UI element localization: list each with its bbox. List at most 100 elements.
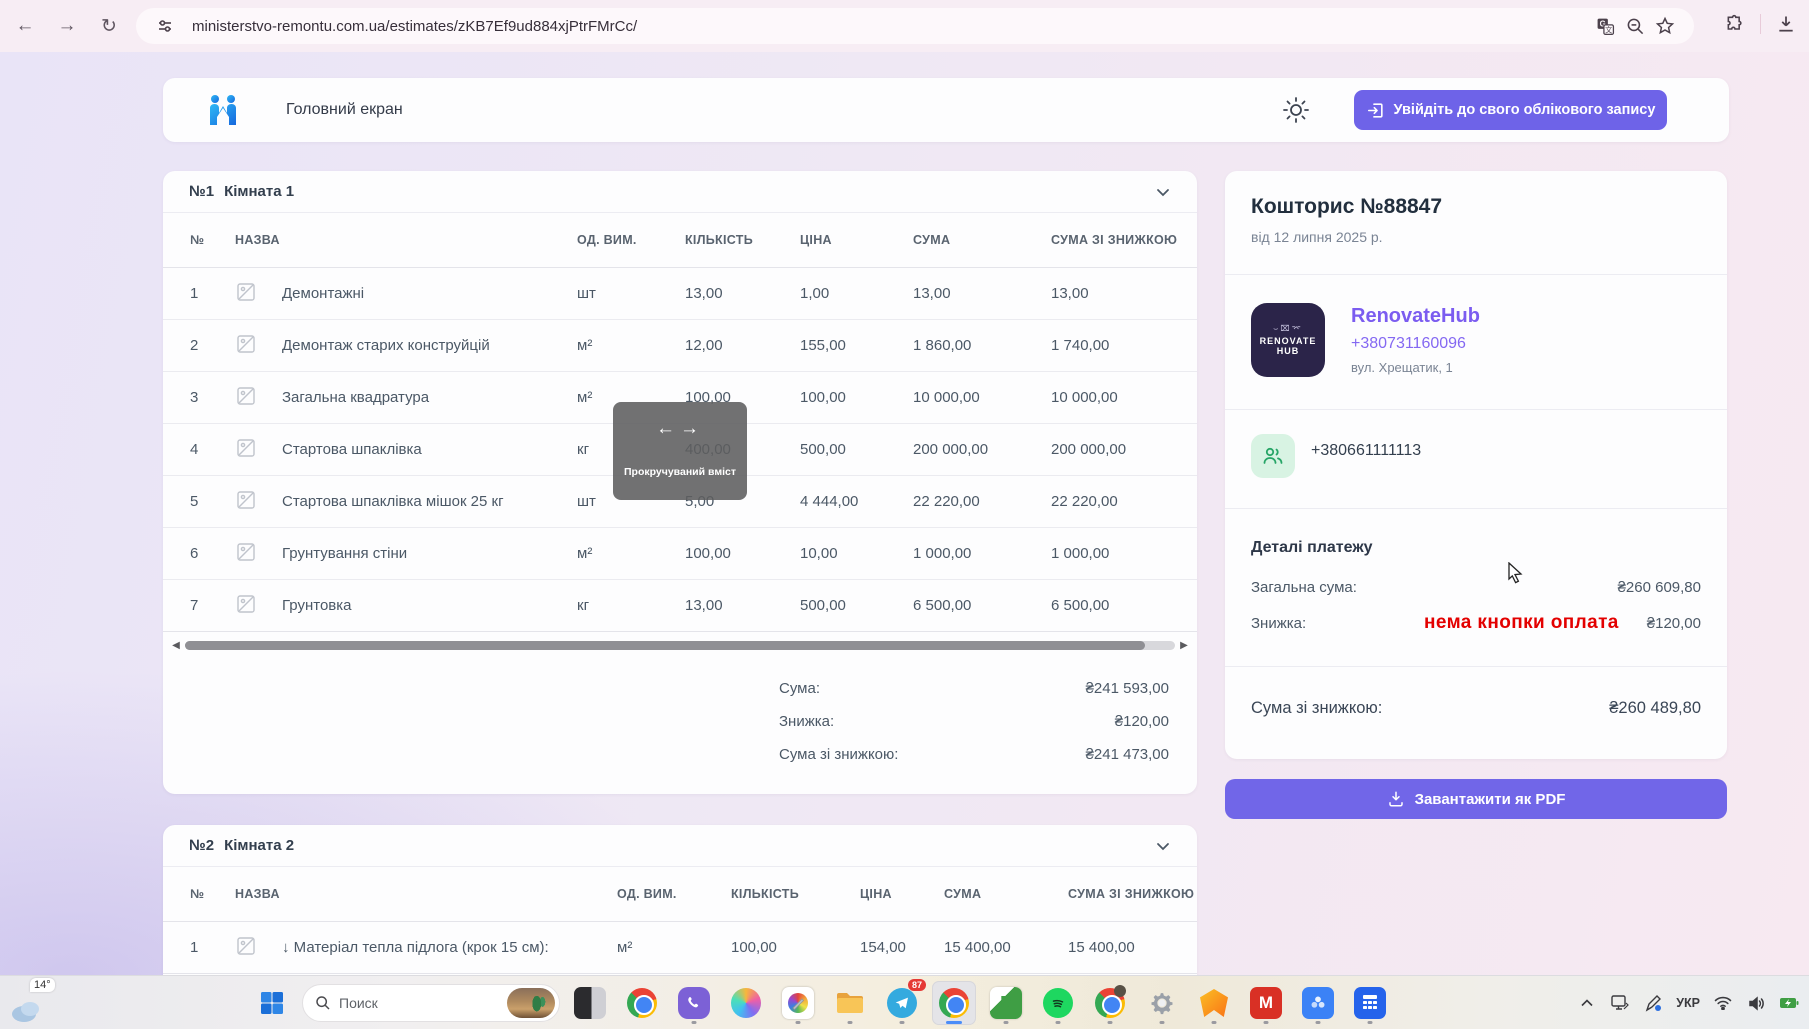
downloads-icon[interactable] <box>1771 9 1801 39</box>
notification-badge: 87 <box>907 979 926 991</box>
gear-icon <box>1151 993 1173 1015</box>
url-bar[interactable]: ministerstvo-remontu.com.ua/estimates/zK… <box>136 8 1694 44</box>
battery-charging-icon[interactable] <box>1779 993 1799 1013</box>
table-row: 1 ↓ Матеріал тепла підлога (крок 15 см):… <box>163 922 1197 974</box>
room2-header[interactable]: №2 Кімната 2 <box>163 825 1197 867</box>
taskbar-app-red-m[interactable]: M <box>1244 981 1288 1025</box>
image-placeholder-icon <box>236 438 282 462</box>
tray-chevron-icon[interactable] <box>1577 993 1597 1013</box>
spotify-icon <box>1043 988 1073 1018</box>
bookmark-star-icon[interactable] <box>1650 11 1680 41</box>
download-pdf-button[interactable]: Завантажити як PDF <box>1225 779 1727 819</box>
app-logo-icon <box>210 95 236 125</box>
taskbar-app-settings[interactable] <box>1140 981 1184 1025</box>
start-button[interactable] <box>250 981 294 1025</box>
table-row: 7 Грунтовка кг 13,00 500,00 6 500,00 6 5… <box>163 580 1197 632</box>
payment-details-title: Деталі платежу <box>1251 539 1373 556</box>
browser-toolbar: ← → ↻ ministerstvo-remontu.com.ua/estima… <box>0 0 1809 52</box>
company-name-link[interactable]: RenovateHub <box>1351 305 1480 328</box>
client-people-icon <box>1251 434 1295 478</box>
mouse-cursor <box>1508 562 1523 584</box>
extensions-icon[interactable] <box>1720 9 1750 39</box>
image-placeholder-icon <box>236 386 282 410</box>
room2-number: №2 <box>189 837 215 854</box>
room1-header[interactable]: №1 Кімната 1 <box>163 171 1197 213</box>
table-row: 2 Демонтаж старих конструйцій м² 12,00 1… <box>163 320 1197 372</box>
final-sum-value: ₴241 473,00 <box>1085 746 1169 763</box>
table-row: 1 Демонтажні шт 13,00 1,00 13,00 13,00 <box>163 268 1197 320</box>
orange-app-icon <box>1200 989 1228 1017</box>
scrollbar-thumb[interactable] <box>185 640 1146 650</box>
estimate-title: Кошторис №88847 <box>1251 195 1443 218</box>
language-indicator[interactable]: УКР <box>1676 996 1700 1010</box>
cloud-icon <box>12 1002 39 1022</box>
discount-line: Знижка: нема кнопки оплата ₴120,00 <box>1251 612 1701 633</box>
taskbar-app-photo[interactable] <box>568 981 612 1025</box>
horizontal-scrollbar[interactable]: ◀ ▶ <box>163 634 1197 656</box>
tray-display-icon[interactable] <box>1610 993 1630 1013</box>
company-phone-link[interactable]: +380731160096 <box>1351 335 1466 353</box>
taskbar-app-explorer[interactable] <box>828 981 872 1025</box>
volume-icon[interactable] <box>1746 993 1766 1013</box>
translate-icon[interactable]: G文 <box>1590 11 1620 41</box>
taskbar-app-chrome-active[interactable] <box>932 981 976 1025</box>
scrollbar-right-arrow-icon[interactable]: ▶ <box>1177 640 1191 651</box>
room2-name: Кімната 2 <box>224 837 295 854</box>
weather-widget[interactable]: 14° <box>8 978 66 1028</box>
wifi-icon[interactable] <box>1713 993 1733 1013</box>
theme-toggle-sun-icon[interactable] <box>1281 95 1311 125</box>
scrollable-content-tooltip: ←→ Прокручуваний вміст <box>613 402 747 500</box>
search-placeholder: Поиск <box>339 995 378 1011</box>
url-text[interactable]: ministerstvo-remontu.com.ua/estimates/zK… <box>192 18 1590 35</box>
taskbar-app-green[interactable]: R <box>984 981 1028 1025</box>
no-pay-button-note: нема кнопки оплата <box>1423 612 1619 633</box>
taskbar-app-paint[interactable] <box>776 981 820 1025</box>
taskbar-app-copilot[interactable] <box>724 981 768 1025</box>
chrome-icon <box>939 988 969 1018</box>
room1-columns: № НАЗВА ОД. ВИМ. КІЛЬКІСТЬ ЦІНА СУМА СУМ… <box>163 213 1197 268</box>
svg-text:文: 文 <box>1605 25 1612 34</box>
zoom-out-icon[interactable] <box>1620 11 1650 41</box>
chevron-down-icon[interactable] <box>1155 184 1171 200</box>
search-highlight-image[interactable] <box>507 988 555 1018</box>
forward-icon[interactable]: → <box>50 9 84 43</box>
sum-value: ₴241 593,00 <box>1085 680 1169 697</box>
taskbar-app-chrome-1[interactable] <box>620 981 664 1025</box>
taskbar-app-telegram[interactable]: 87 <box>880 979 926 1025</box>
table-row: 6 Грунтування стіни м² 100,00 10,00 1 00… <box>163 528 1197 580</box>
estimate-date: від 12 липня 2025 р. <box>1251 229 1383 245</box>
download-icon <box>1388 791 1403 807</box>
red-m-icon: M <box>1250 987 1282 1019</box>
login-button[interactable]: Увійдіть до свого облікового запису <box>1354 90 1667 130</box>
scrollbar-left-arrow-icon[interactable]: ◀ <box>169 640 183 651</box>
taskbar-app-calculator[interactable] <box>1348 981 1392 1025</box>
taskbar-app-spotify[interactable] <box>1036 981 1080 1025</box>
logo-arc-icon: ⌣⌧⌤ <box>1273 324 1303 333</box>
login-icon <box>1367 102 1383 118</box>
tray-pen-icon[interactable] <box>1643 993 1663 1013</box>
scroll-right-arrow-icon: → <box>680 418 704 439</box>
app-header: Головний екран Увійдіть до свого обліков… <box>163 78 1729 142</box>
image-placeholder-icon <box>236 282 282 306</box>
taskbar-search[interactable]: Поиск <box>302 984 560 1022</box>
profile-avatar <box>1114 985 1126 997</box>
client-phone[interactable]: +380661111113 <box>1311 442 1421 460</box>
image-placeholder-icon <box>236 542 282 566</box>
company-logo: ⌣⌧⌤ RENOVATE HUB <box>1251 303 1325 377</box>
telegram-icon <box>887 988 917 1018</box>
taskbar-app-viber[interactable] <box>672 981 716 1025</box>
company-address: вул. Хрещатик, 1 <box>1351 360 1453 375</box>
reload-icon[interactable]: ↻ <box>92 9 126 43</box>
taskbar-app-chrome-profile[interactable] <box>1088 981 1132 1025</box>
paint-icon <box>782 987 814 1019</box>
taskbar: 14° Поиск 87 R M УКР <box>0 975 1809 1029</box>
discount-value: ₴120,00 <box>1114 713 1169 730</box>
room1-number: №1 <box>189 183 215 200</box>
site-info-icon[interactable] <box>150 11 180 41</box>
taskbar-app-photos[interactable] <box>1296 981 1340 1025</box>
chevron-down-icon[interactable] <box>1155 838 1171 854</box>
calculator-icon <box>1354 987 1386 1019</box>
page-background: Головний екран Увійдіть до свого обліков… <box>0 52 1809 975</box>
taskbar-app-orange[interactable] <box>1192 981 1236 1025</box>
back-icon[interactable]: ← <box>8 9 42 43</box>
